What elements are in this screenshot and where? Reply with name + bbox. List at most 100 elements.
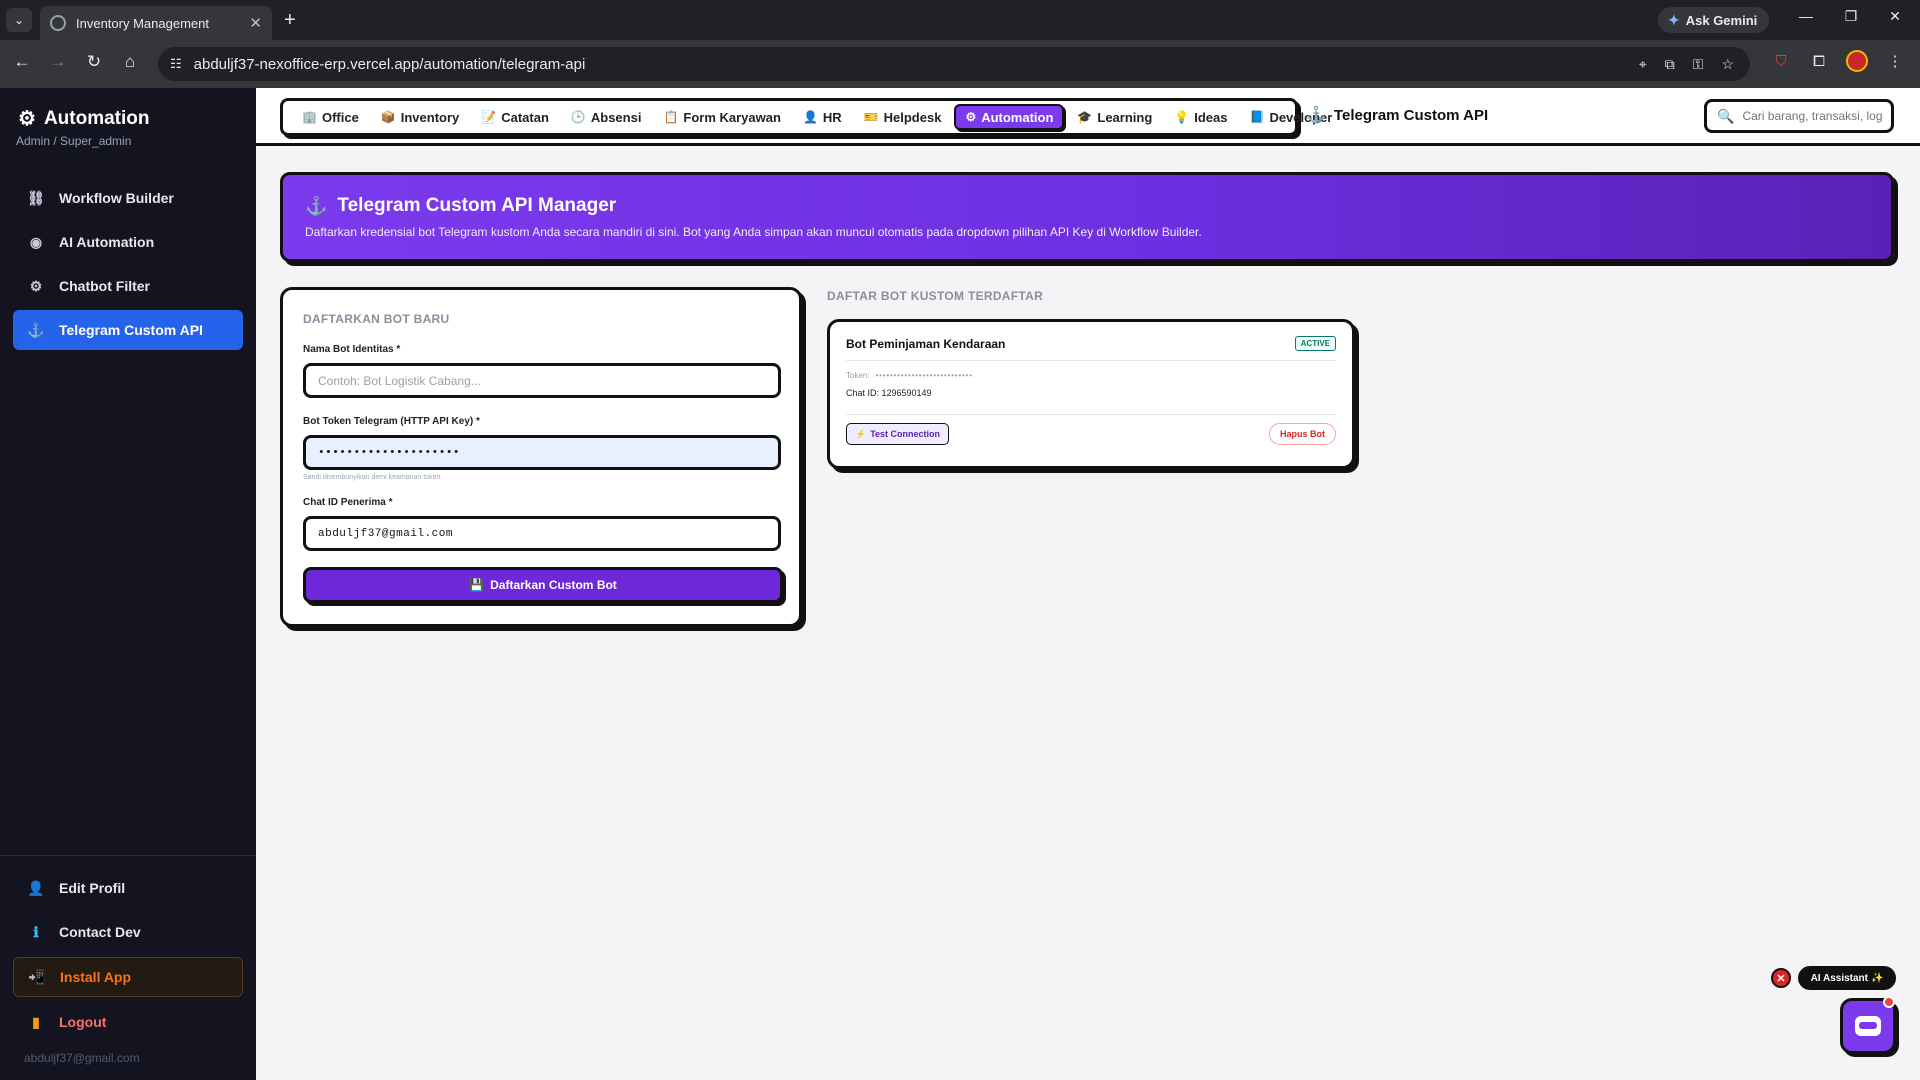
ai-assistant-close-icon[interactable]: ✕: [1771, 968, 1791, 988]
nav-inventory[interactable]: 📦 Inventory: [372, 104, 468, 130]
delete-bot-button[interactable]: Hapus Bot: [1269, 423, 1336, 445]
lightning-icon: ⚡: [855, 428, 867, 439]
nav-catatan[interactable]: 📝 Catatan: [472, 104, 558, 130]
new-tab-button[interactable]: +: [284, 8, 296, 32]
bookmark-star-icon[interactable]: ☆: [1721, 56, 1734, 73]
install-app-button[interactable]: 📲 Install App: [13, 957, 243, 997]
ticket-icon: 🎫: [863, 110, 879, 124]
sidebar-item-ai-automation[interactable]: ◉ AI Automation: [13, 222, 243, 262]
nav-label: Absensi: [590, 109, 642, 125]
nav-office[interactable]: 🏢 Office: [293, 104, 368, 130]
url-omnibox[interactable]: ☷ abduljf37-nexoffice-erp.vercel.app/aut…: [158, 47, 1750, 81]
tab-list-chevron-icon[interactable]: ⌄: [6, 8, 32, 32]
tab-close-icon[interactable]: ✕: [249, 14, 262, 32]
note-icon: 📝: [481, 110, 497, 124]
sidebar-item-edit-profil[interactable]: 👤 Edit Profil: [13, 868, 243, 908]
book-icon: 📘: [1249, 110, 1265, 124]
search-input[interactable]: [1742, 109, 1883, 123]
extension-shield-icon[interactable]: ⛉: [1770, 53, 1792, 70]
test-connection-label: Test Connection: [870, 429, 941, 439]
site-settings-icon[interactable]: ☷: [170, 56, 182, 72]
gear-icon: ⚙: [965, 110, 977, 124]
nav-hr[interactable]: 👤 HR: [794, 104, 851, 130]
ask-gemini-button[interactable]: ✦ Ask Gemini: [1658, 7, 1770, 33]
bot-token-label: Bot Token Telegram (HTTP API Key) *: [303, 416, 480, 427]
minimize-button[interactable]: —: [1791, 8, 1821, 24]
ask-gemini-label: Ask Gemini: [1685, 12, 1758, 28]
logout-icon: ▮: [32, 1013, 40, 1030]
sidebar-title: ⚙ Automation: [18, 106, 149, 131]
browser-address-bar: ← → ↻ ⌂ ☷ abduljf37-nexoffice-erp.vercel…: [0, 40, 1920, 88]
banner-title-text: Telegram Custom API Manager: [337, 195, 617, 216]
nav-ideas[interactable]: 💡 Ideas: [1165, 104, 1236, 130]
clock-icon: 🕒: [570, 110, 586, 124]
location-icon[interactable]: ⌖: [1639, 56, 1647, 73]
bot-token-row: Token: •••••••••••••••••••••••••••: [846, 371, 1336, 380]
info-icon: ℹ: [33, 923, 39, 940]
bot-token-input[interactable]: ••••••••••••••••••••: [303, 435, 781, 470]
browser-tab[interactable]: Inventory Management ✕: [40, 6, 272, 40]
page-title-text: Telegram Custom API: [1333, 106, 1489, 124]
window-close-button[interactable]: ✕: [1880, 8, 1910, 25]
nav-absensi[interactable]: 🕒 Absensi: [562, 104, 651, 130]
sidebar-item-label: Workflow Builder: [59, 190, 174, 206]
sidebar-item-workflow-builder[interactable]: ⛓ Workflow Builder: [13, 178, 243, 218]
sidebar-item-label: Chatbot Filter: [59, 278, 150, 294]
bot-chat-id: Chat ID: 1296590149: [846, 388, 932, 398]
global-search[interactable]: 🔍: [1704, 99, 1894, 133]
nav-label: Learning: [1097, 109, 1153, 125]
notification-dot: [1883, 996, 1895, 1008]
reload-icon[interactable]: ↻: [82, 52, 106, 72]
register-bot-button[interactable]: 💾 Daftarkan Custom Bot: [303, 567, 783, 603]
install-app-label: Install App: [60, 969, 132, 985]
globe-icon: [50, 15, 66, 31]
nav-automation[interactable]: ⚙ Automation: [954, 104, 1065, 130]
nav-label: Automation: [981, 109, 1054, 125]
bot-card: Bot Peminjaman Kendaraan ACTIVE Token: •…: [827, 319, 1355, 469]
user-icon: 👤: [802, 110, 818, 124]
logout-button[interactable]: ▮ Logout: [13, 1002, 243, 1042]
page-title: ⚓ Telegram Custom API: [1306, 105, 1488, 125]
browser-tab-bar: ⌄ Inventory Management ✕ + ✦ Ask Gemini …: [0, 0, 1920, 40]
browser-menu-icon[interactable]: ⋮: [1884, 52, 1906, 70]
sidebar-item-chatbot-filter[interactable]: ⚙ Chatbot Filter: [13, 266, 243, 306]
chat-id-input[interactable]: abduljf37@gmail.com: [303, 516, 781, 551]
sparkle-icon: ✨: [1870, 972, 1884, 984]
form-section-title: DAFTARKAN BOT BARU: [303, 312, 450, 326]
ai-assistant-label[interactable]: AI Assistant ✨: [1798, 966, 1896, 990]
extensions-puzzle-icon[interactable]: ⧠: [1808, 53, 1830, 70]
install-app-icon[interactable]: ⧉: [1665, 56, 1675, 73]
sidebar-item-label: Contact Dev: [59, 924, 141, 940]
status-badge: ACTIVE: [1294, 336, 1336, 351]
register-bot-label: Daftarkan Custom Bot: [490, 578, 617, 592]
robot-icon: ◉: [29, 233, 43, 250]
gear-icon: ⚙: [18, 108, 36, 130]
token-value: •••••••••••••••••••••••••••: [875, 371, 973, 380]
sidebar-item-contact-dev[interactable]: ℹ Contact Dev: [13, 912, 243, 952]
nav-learning[interactable]: 🎓 Learning: [1068, 104, 1161, 130]
clipboard-icon: 📋: [663, 110, 679, 124]
sidebar-item-telegram-custom-api[interactable]: ⚓ Telegram Custom API: [13, 310, 243, 350]
sidebar: ⚙ Automation Admin / Super_admin ⛓ Workf…: [0, 88, 256, 1080]
token-label: Token:: [846, 371, 870, 380]
module-menu: 🏢 Office 📦 Inventory 📝 Catatan 🕒 Absensi 📋 Fo…: [280, 98, 1332, 136]
nav-label: Helpdesk: [883, 109, 942, 125]
forward-arrow-icon[interactable]: →: [46, 52, 70, 72]
nav-form-karyawan[interactable]: 📋 Form Karyawan: [654, 104, 790, 130]
bot-name-input[interactable]: Contoh: Bot Logistik Cabang...: [303, 363, 781, 398]
profile-avatar-icon[interactable]: [1846, 50, 1868, 72]
bot-name-label: Nama Bot Identitas *: [303, 344, 401, 355]
back-arrow-icon[interactable]: ←: [10, 52, 34, 72]
password-key-icon[interactable]: ⚿: [1693, 56, 1704, 73]
sidebar-item-label: Edit Profil: [59, 880, 126, 896]
nav-helpdesk[interactable]: 🎫 Helpdesk: [855, 104, 951, 130]
home-icon[interactable]: ⌂: [118, 52, 142, 72]
url-text[interactable]: abduljf37-nexoffice-erp.vercel.app/autom…: [194, 56, 586, 73]
test-connection-button[interactable]: ⚡ Test Connection: [846, 423, 950, 445]
sidebar-title-text: Automation: [43, 107, 150, 129]
save-disk-icon: 💾: [469, 578, 485, 592]
bot-card-header: Bot Peminjaman Kendaraan ACTIVE: [846, 336, 1336, 361]
banner-description: Daftarkan kredensial bot Telegram kustom…: [305, 225, 1202, 239]
restore-button[interactable]: ❐: [1836, 8, 1866, 25]
top-navigation: 🏢 Office 📦 Inventory 📝 Catatan 🕒 Absensi 📋 Fo…: [256, 88, 1920, 146]
